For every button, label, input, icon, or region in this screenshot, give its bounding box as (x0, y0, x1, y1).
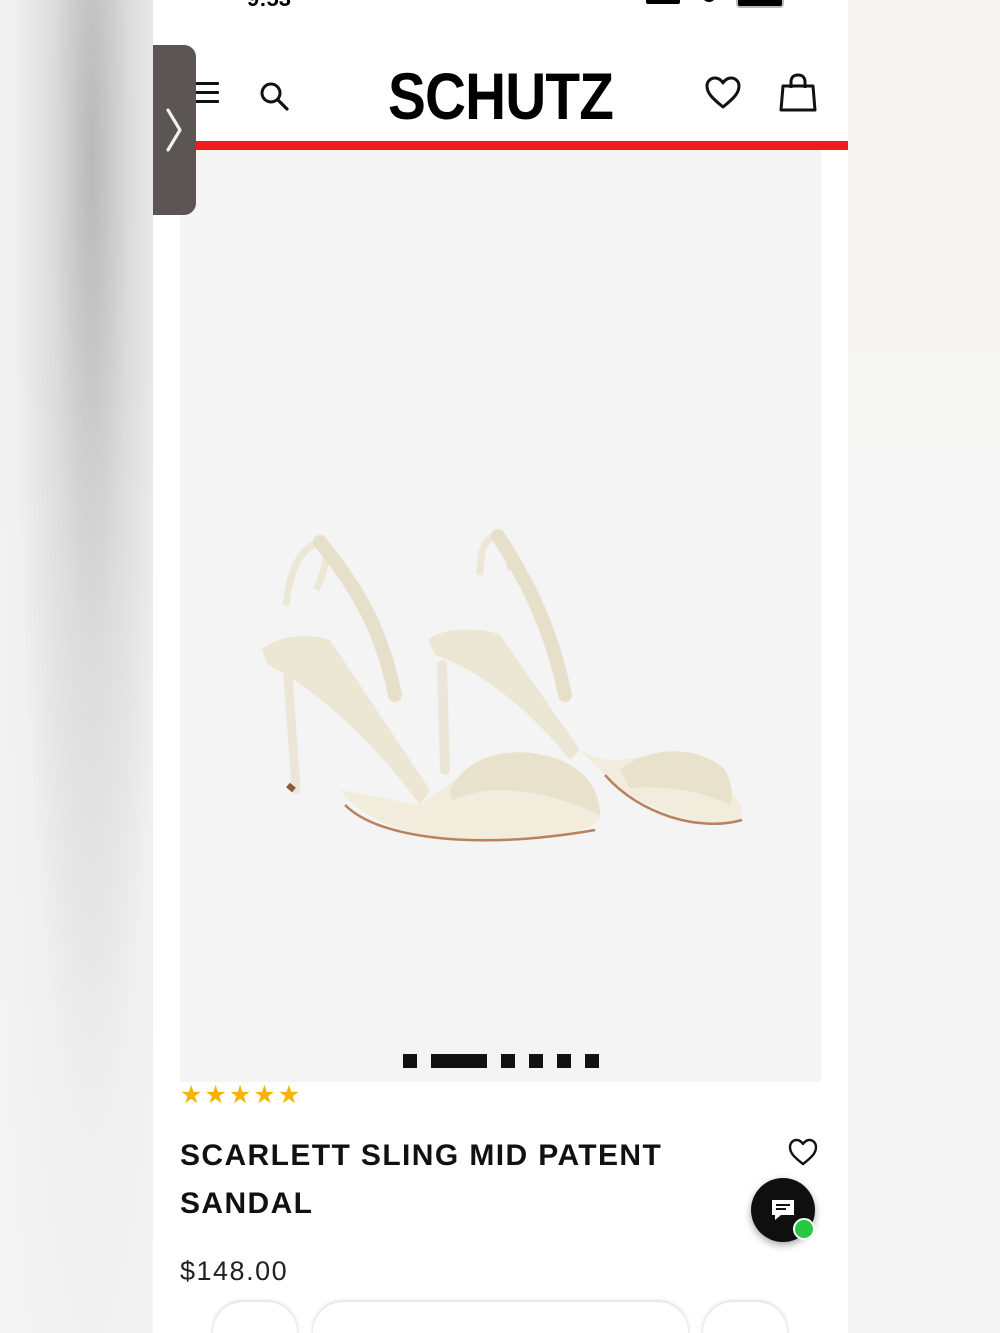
status-time: 9:53 (247, 0, 291, 12)
tabs-nav-pill[interactable] (703, 1302, 787, 1333)
gallery-dot[interactable] (402, 1054, 417, 1068)
gallery-dot[interactable] (584, 1054, 599, 1068)
product-price: $148.00 (180, 1256, 289, 1286)
star-icon: ★ (204, 1081, 227, 1109)
status-bar: 9:53 (153, 0, 848, 12)
wifi-icon (702, 0, 716, 2)
phone-screen: 9:53 SCHUTZ (153, 0, 848, 1333)
background-blur-right (848, 0, 1000, 1333)
signal-icon (646, 0, 680, 4)
sandal-image (262, 529, 743, 842)
star-icon: ★ (277, 1081, 301, 1109)
online-indicator (793, 1218, 815, 1240)
star-icon: ★ (228, 1081, 252, 1109)
side-drawer-tab[interactable] (153, 45, 196, 215)
background-blur-left (0, 0, 153, 1333)
gallery-dot-active[interactable] (430, 1054, 487, 1068)
back-nav-pill[interactable] (213, 1302, 297, 1333)
shopping-bag-icon[interactable] (779, 72, 817, 114)
battery-icon (736, 0, 784, 8)
chat-button[interactable] (751, 1178, 815, 1242)
chevron-right-icon (166, 108, 182, 152)
wishlist-heart-icon[interactable] (704, 74, 742, 112)
gallery-dot[interactable] (528, 1054, 543, 1068)
star-icon: ★ (253, 1081, 276, 1109)
add-to-wishlist-heart-icon[interactable] (787, 1136, 819, 1168)
site-header: SCHUTZ (153, 48, 848, 140)
address-bar-pill[interactable] (313, 1302, 688, 1333)
gallery-dot[interactable] (556, 1054, 571, 1068)
gallery-dot[interactable] (500, 1054, 515, 1068)
gallery-pagination (180, 1054, 821, 1068)
star-icon: ★ (180, 1081, 203, 1109)
product-image-gallery[interactable] (180, 150, 821, 1082)
star-rating[interactable]: ★ ★ ★ ★ ★ (180, 1082, 300, 1108)
chat-bubble-icon (772, 1200, 794, 1220)
browser-bottom-bar (153, 1300, 848, 1333)
status-icons (646, 0, 786, 8)
product-title: SCARLETT SLING MID PATENT SANDAL (180, 1139, 663, 1220)
header-accent-rule (153, 141, 848, 150)
